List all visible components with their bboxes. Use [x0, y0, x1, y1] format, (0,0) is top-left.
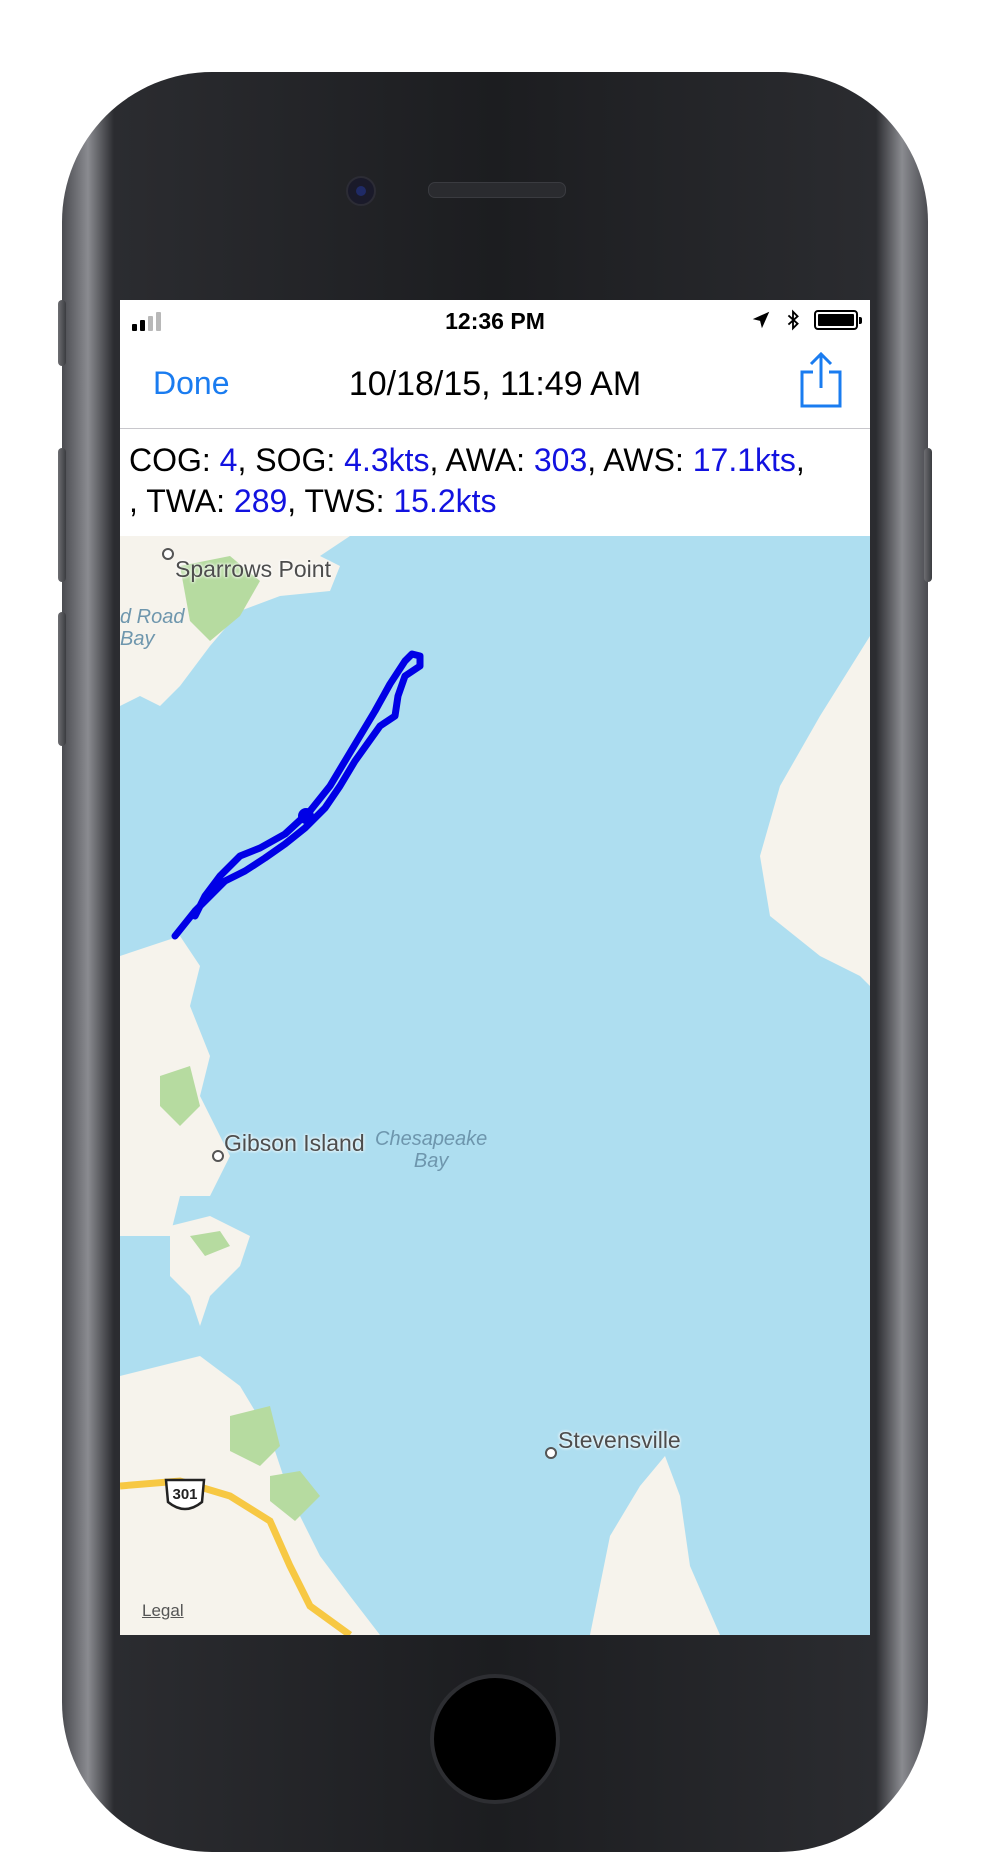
battery-icon [814, 310, 862, 330]
aws-value: 17.1kts [692, 442, 796, 478]
share-icon[interactable] [798, 352, 844, 408]
sparrows-point-dot [162, 548, 174, 560]
land-east-shore [760, 636, 870, 986]
navigation-bar: Done 10/18/15, 11:49 AM [120, 340, 870, 429]
sog-value: 4.3kts [344, 442, 430, 478]
cog-label: COG: [129, 442, 220, 478]
route-301-shield-icon: 301 [164, 1478, 206, 1511]
page-title: 10/18/15, 11:49 AM [348, 365, 642, 403]
twa-value: 289 [233, 483, 288, 519]
status-icons [750, 308, 862, 332]
label-road-bay: d Road Bay [120, 606, 185, 650]
cog-value: 4 [219, 442, 238, 478]
sog-label: , SOG: [237, 442, 345, 478]
awa-label: , AWA: [429, 442, 534, 478]
boat-track [171, 650, 424, 940]
stevensville-dot [545, 1447, 557, 1459]
earpiece-speaker [428, 182, 566, 198]
volume-up-button [58, 448, 66, 582]
land-southwest [120, 1356, 380, 1635]
land-gibson-island [170, 1216, 250, 1326]
status-bar: 12:36 PM [120, 300, 870, 340]
label-sparrows-point: Sparrows Point [175, 556, 331, 582]
screen: 12:36 PM Done 10/18/15, 11:49 AM COG: 4,… [120, 300, 870, 1635]
tws-value: 15.2kts [393, 483, 497, 519]
awa-value: 303 [533, 442, 588, 478]
aws-label: , AWS: [587, 442, 693, 478]
gibson-island-dot [212, 1150, 224, 1162]
label-gibson-island: Gibson Island [224, 1130, 365, 1156]
land-kent-island [590, 1456, 720, 1635]
volume-down-button [58, 612, 66, 746]
label-road-bay-line1: d Road [120, 606, 185, 628]
map-canvas [120, 536, 870, 1635]
boat-position-marker [298, 808, 314, 824]
tws-label: , TWS: [287, 483, 394, 519]
label-chesapeake-line2: Bay [413, 1150, 449, 1172]
label-stevensville: Stevensville [558, 1427, 681, 1453]
label-chesapeake-bay: Chesapeake Bay [375, 1128, 487, 1172]
mute-switch [58, 300, 66, 366]
legal-link[interactable]: Legal [142, 1601, 184, 1621]
bluetooth-icon [787, 309, 799, 331]
home-button[interactable] [430, 1674, 560, 1804]
power-button [924, 448, 932, 582]
twa-label: , TWA: [129, 483, 234, 519]
front-camera [346, 176, 376, 206]
map-view[interactable]: Sparrows Point d Road Bay Gibson Island C… [120, 536, 870, 1635]
route-301-label: 301 [172, 1486, 197, 1503]
sailing-stats: COG: 4, SOG: 4.3kts, AWA: 303, AWS: 17.1… [129, 442, 805, 519]
location-arrow-icon [752, 311, 770, 329]
label-road-bay-line2: Bay [120, 628, 155, 650]
label-chesapeake-line1: Chesapeake [375, 1128, 488, 1150]
